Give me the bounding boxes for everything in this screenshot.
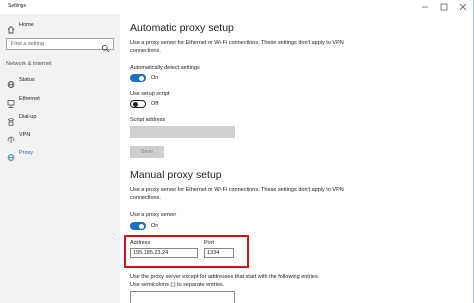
section-heading: Network & Internet <box>6 61 52 67</box>
exceptions-description: Use the proxy server except for addresse… <box>130 274 320 288</box>
main-content: Automatic proxy setup Use a proxy server… <box>120 14 473 303</box>
port-label: Port <box>204 240 215 246</box>
setup-script-toggle[interactable] <box>130 100 146 108</box>
sidebar-item-label: Dial-up <box>19 114 37 120</box>
maximize-icon <box>440 3 448 11</box>
sidebar-item-label: Proxy <box>19 150 34 156</box>
port-input[interactable]: 1334 <box>204 248 234 258</box>
sidebar-item-ethernet[interactable]: Ethernet <box>0 93 120 108</box>
auto-proxy-description: Use a proxy server for Ethernet or Wi-Fi… <box>130 40 344 54</box>
search-icon <box>101 40 110 53</box>
close-icon <box>459 3 467 11</box>
sidebar-item-label: Ethernet <box>19 96 40 102</box>
sidebar-item-proxy[interactable]: Proxy <box>0 147 120 161</box>
globe-icon <box>7 149 15 161</box>
script-address-label: Script address <box>130 117 166 123</box>
sidebar-item-label: Home <box>19 22 34 28</box>
detect-settings-state: On <box>151 75 159 81</box>
setup-script-state: Off <box>151 101 159 107</box>
minimize-button[interactable] <box>418 0 432 14</box>
home-icon <box>7 21 15 34</box>
sidebar-item-label: VPN <box>19 132 31 138</box>
script-address-input[interactable] <box>130 126 235 138</box>
auto-proxy-heading: Automatic proxy setup <box>130 22 234 34</box>
sidebar-item-home[interactable]: Home <box>0 19 120 34</box>
ethernet-icon <box>7 95 15 108</box>
use-proxy-state: On <box>151 223 159 229</box>
vpn-icon <box>7 131 15 143</box>
detect-settings-label: Automatically detect settings <box>130 65 200 71</box>
manual-proxy-heading: Manual proxy setup <box>130 169 222 181</box>
search-placeholder: Find a setting <box>11 41 45 47</box>
search-input[interactable]: Find a setting <box>6 38 114 53</box>
use-proxy-toggle[interactable] <box>130 222 146 230</box>
close-button[interactable] <box>456 0 470 14</box>
address-label: Address <box>130 240 151 246</box>
save-button[interactable]: Save <box>130 146 164 158</box>
window-title: Settings <box>8 3 27 9</box>
maximize-button[interactable] <box>437 0 451 14</box>
dialup-icon <box>7 113 15 126</box>
sidebar: Home Find a setting Network & Internet S… <box>0 14 120 303</box>
sidebar-item-label: Status <box>19 77 35 83</box>
sidebar-item-dialup[interactable]: Dial-up <box>0 111 120 126</box>
exceptions-input[interactable] <box>130 291 235 303</box>
address-input[interactable]: 195.185.23.24 <box>130 248 198 258</box>
globe-icon <box>7 76 15 88</box>
use-proxy-label: Use a proxy server <box>130 212 177 218</box>
minimize-icon <box>422 6 428 8</box>
title-bar: Settings <box>0 0 473 14</box>
detect-settings-toggle[interactable] <box>130 74 146 82</box>
sidebar-item-vpn[interactable]: VPN <box>0 129 120 143</box>
manual-proxy-description: Use a proxy server for Ethernet or Wi-Fi… <box>130 187 344 201</box>
sidebar-item-status[interactable]: Status <box>0 74 120 88</box>
setup-script-label: Use setup script <box>130 91 170 97</box>
settings-window: Settings Home Find a setting Network & I… <box>0 0 474 303</box>
